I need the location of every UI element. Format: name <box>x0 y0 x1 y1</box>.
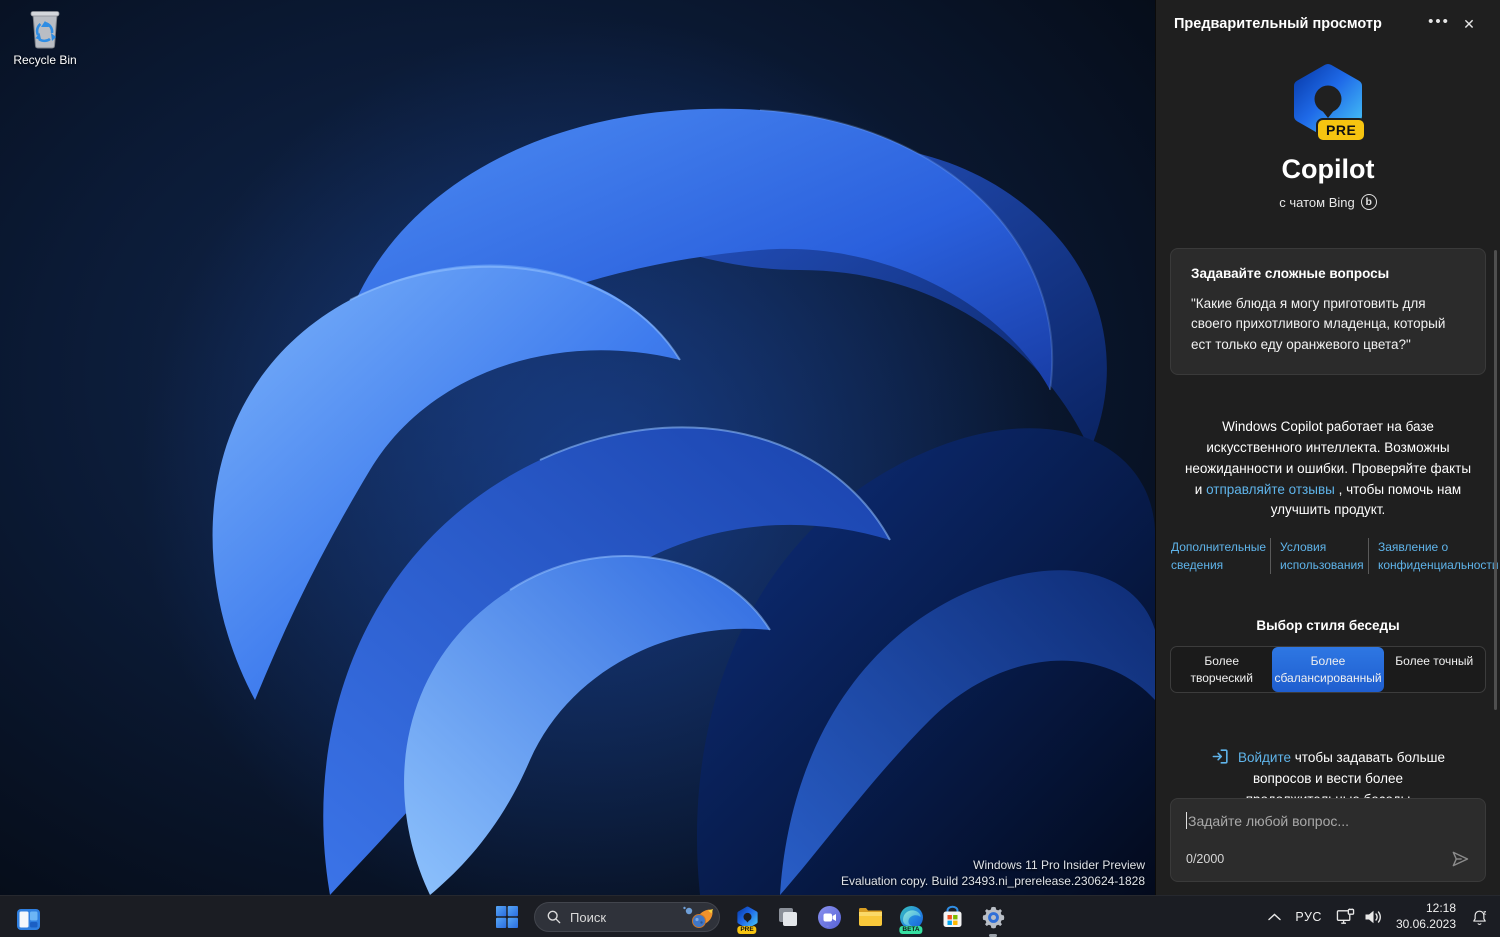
copilot-logo-block: PRE <box>1156 62 1500 142</box>
signin-icon <box>1211 747 1230 766</box>
search-label: Поиск <box>570 909 607 925</box>
wallpaper-bloom <box>0 0 1155 895</box>
panel-scrollbar[interactable] <box>1494 250 1497 710</box>
chat-input-box[interactable]: Задайте любой вопрос... 0/2000 <box>1170 798 1486 882</box>
language-indicator[interactable]: РУС <box>1288 899 1329 935</box>
ai-disclaimer: Windows Copilot работает на базе искусст… <box>1180 417 1476 522</box>
recycle-bin-label: Recycle Bin <box>13 53 77 67</box>
volume-icon <box>1365 910 1381 924</box>
conversation-style-selector: Более творческий Более сбалансированный … <box>1170 646 1486 693</box>
copilot-title: Copilot <box>1281 154 1375 184</box>
copilot-subtitle: с чатом Bing b <box>1156 194 1500 210</box>
copilot-header: Предварительный просмотр ••• ✕ <box>1156 0 1500 48</box>
desktop: Recycle Bin Windows 11 Pro Insider Previ… <box>0 0 1155 895</box>
privacy-statement-link[interactable]: Заявление о конфиденциальности <box>1368 538 1500 575</box>
edge-beta-badge: BETA <box>899 926 923 934</box>
chat-input-field[interactable]: Задайте любой вопрос... <box>1186 812 1470 829</box>
system-tray: РУС 12:18 30.06.2023 z <box>1261 896 1496 937</box>
copilot-header-title: Предварительный просмотр <box>1174 16 1382 32</box>
signin-link[interactable]: Войдите <box>1238 750 1291 765</box>
settings-gear-icon <box>982 906 1004 928</box>
suggestion-card-title: Задавайте сложные вопросы <box>1191 266 1390 281</box>
clock[interactable]: 12:18 30.06.2023 <box>1389 899 1463 935</box>
suggestion-card-body: "Какие блюда я могу приготовить для свое… <box>1191 296 1446 352</box>
network-volume-group[interactable] <box>1329 899 1389 935</box>
copilot-taskbar-button[interactable]: PRE <box>729 899 765 935</box>
start-icon <box>496 906 518 928</box>
watermark-line2: Evaluation copy. Build 23493.ni_prerelea… <box>840 873 1145 888</box>
pre-badge: PRE <box>1316 118 1367 142</box>
chat-button[interactable] <box>811 899 847 935</box>
notification-bell-button[interactable]: z <box>1463 899 1496 935</box>
widgets-button[interactable] <box>10 901 46 937</box>
subtitle-text: с чатом Bing <box>1279 194 1355 210</box>
svg-text:z: z <box>1483 909 1486 916</box>
settings-button[interactable] <box>975 899 1011 937</box>
network-icon <box>1336 908 1355 924</box>
suggestion-card[interactable]: Задавайте сложные вопросы "Какие блюда я… <box>1170 248 1486 375</box>
terms-of-use-link[interactable]: Условия использования <box>1270 538 1368 575</box>
taskbar: Поиск PRE BETA РУС 12:18 30.06.2023 z <box>0 895 1500 937</box>
search-icon <box>547 910 561 924</box>
char-counter: 0/2000 <box>1186 852 1225 866</box>
start-button[interactable] <box>489 899 525 935</box>
style-option-balanced[interactable]: Более сбалансированный <box>1272 647 1384 692</box>
learn-more-link[interactable]: Дополнительные сведения <box>1162 538 1270 574</box>
taskbar-center-group: Поиск PRE BETA <box>489 899 1011 937</box>
tray-date: 30.06.2023 <box>1395 917 1456 931</box>
edge-beta-button[interactable]: BETA <box>893 899 929 935</box>
style-selector-title: Выбор стиля беседы <box>1256 618 1400 634</box>
copilot-panel: Предварительный просмотр ••• ✕ PRE Copil… <box>1155 0 1500 895</box>
recycle-bin-icon <box>30 11 60 49</box>
store-button[interactable] <box>934 899 970 935</box>
chevron-up-icon <box>1268 913 1282 921</box>
more-options-button[interactable]: ••• <box>1424 10 1454 38</box>
search-daily-graphic <box>682 904 716 930</box>
copilot-pre-badge: PRE <box>737 926 757 934</box>
tray-time: 12:18 <box>1425 901 1456 916</box>
chat-icon <box>817 905 841 929</box>
style-option-creative[interactable]: Более творческий <box>1171 647 1272 691</box>
watermark-line1: Windows 11 Pro Insider Preview <box>973 857 1145 872</box>
legal-links-row: Дополнительные сведения Условия использо… <box>1162 538 1499 575</box>
bell-dnd-icon: z <box>1473 909 1486 925</box>
chat-input-placeholder: Задайте любой вопрос... <box>1188 812 1350 829</box>
send-icon[interactable] <box>1450 849 1470 869</box>
task-view-icon <box>779 908 797 926</box>
style-option-precise[interactable]: Более точный <box>1384 647 1485 691</box>
widgets-icon <box>16 908 40 930</box>
task-view-button[interactable] <box>770 899 806 935</box>
text-caret <box>1186 812 1187 829</box>
store-icon <box>943 905 961 927</box>
close-button[interactable]: ✕ <box>1454 10 1484 38</box>
bing-icon: b <box>1360 194 1377 210</box>
send-feedback-link[interactable]: отправляйте отзывы <box>1206 482 1335 497</box>
file-explorer-icon <box>859 908 882 926</box>
file-explorer-button[interactable] <box>852 899 888 935</box>
recycle-bin[interactable]: Recycle Bin <box>6 8 84 67</box>
search-box[interactable]: Поиск <box>534 902 720 932</box>
tray-chevron-button[interactable] <box>1261 899 1288 935</box>
insider-watermark: Windows 11 Pro Insider Preview Evaluatio… <box>841 857 1145 889</box>
